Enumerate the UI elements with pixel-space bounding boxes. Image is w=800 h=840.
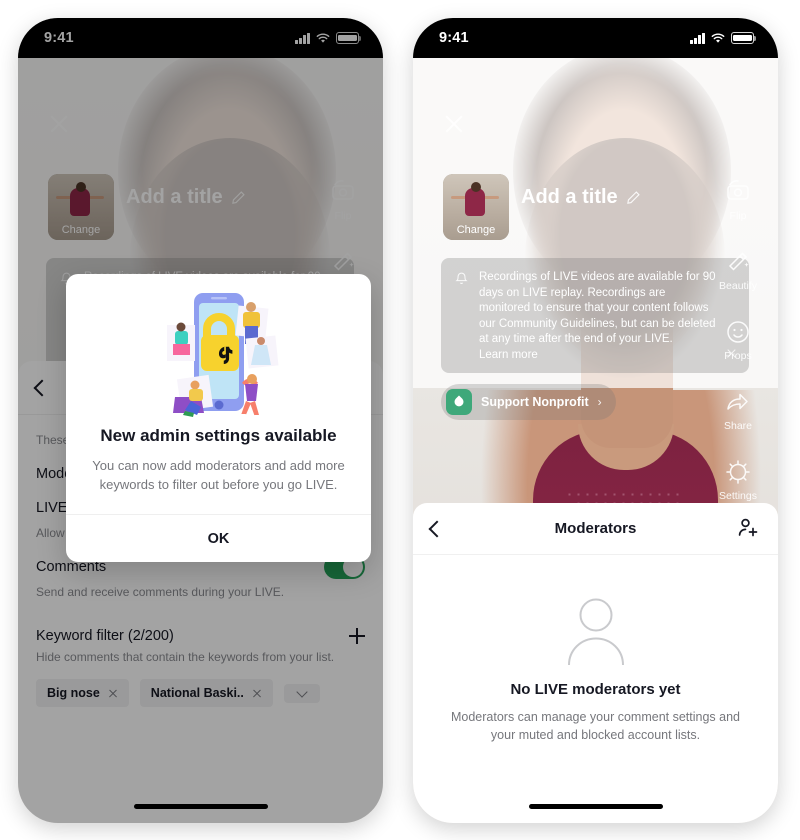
moderators-header: Moderators (413, 503, 778, 555)
live-title-placeholder: Add a title (521, 186, 618, 208)
empty-title: No LIVE moderators yet (510, 681, 681, 698)
rail-label: Settings (719, 490, 757, 502)
rail-label: Props (724, 350, 752, 362)
settings-gear-icon (726, 460, 750, 484)
rail-item-props[interactable]: Props (724, 318, 752, 362)
screenshot-stage: 9:41 Change Add a title Flip These LIVE … (0, 0, 800, 840)
rail-item-share[interactable]: Share (724, 388, 752, 432)
lock-phone-people-illustration (66, 274, 371, 422)
moderators-sheet: Moderators No LIVE moderators yet Modera… (413, 503, 778, 823)
modal-ok-button[interactable]: OK (66, 514, 371, 562)
heart-globe-icon (446, 389, 472, 415)
chevron-right-icon: › (597, 395, 602, 409)
pencil-icon (626, 191, 640, 204)
status-bar-right: 9:41 (413, 18, 778, 58)
bell-icon (455, 272, 468, 284)
beautify-wand-icon (728, 252, 749, 271)
support-nonprofit-button[interactable]: Support Nonprofit › (441, 384, 616, 420)
moderators-empty-state: No LIVE moderators yet Moderators can ma… (413, 555, 778, 744)
cover-change-label: Change (456, 224, 496, 236)
rail-label: Share (723, 420, 753, 432)
add-person-icon[interactable] (736, 517, 760, 541)
recording-notice: Recordings of LIVE videos are available … (441, 258, 749, 373)
wifi-icon (711, 33, 725, 44)
rail-label: Flip (729, 210, 747, 222)
close-icon[interactable] (443, 113, 465, 135)
recording-notice-text: Recordings of LIVE videos are available … (479, 271, 716, 345)
phone-right: 9:41 Change Add a title Recordings of LI… (413, 18, 778, 823)
rail-item-flip[interactable]: Flip (724, 178, 752, 222)
home-indicator (528, 804, 663, 809)
props-smiley-icon (727, 321, 749, 343)
phone-left: 9:41 Change Add a title Flip These LIVE … (18, 18, 383, 823)
live-title-row[interactable]: Add a title (521, 186, 641, 209)
empty-desc: Moderators can manage your comment setti… (450, 710, 741, 742)
battery-icon (731, 32, 757, 44)
cellular-bars-icon (690, 32, 705, 44)
share-arrow-icon (727, 393, 748, 410)
live-tools-rail: Flip Beautify Props Share (706, 178, 770, 502)
status-icons (690, 32, 757, 44)
flip-camera-icon (727, 180, 749, 200)
rail-item-beautify[interactable]: Beautify (719, 248, 757, 292)
person-outline-icon (559, 593, 633, 667)
modal-title: New admin settings available (100, 426, 337, 445)
status-time: 9:41 (439, 30, 469, 46)
learn-more-link[interactable]: Learn more (479, 349, 719, 361)
moderators-title: Moderators (554, 520, 637, 537)
rail-label: Beautify (719, 280, 757, 292)
cover-thumbnail[interactable]: Change (443, 174, 509, 240)
new-admin-settings-modal: New admin settings available You can now… (66, 274, 371, 562)
support-nonprofit-label: Support Nonprofit (481, 395, 589, 409)
modal-body: You can now add moderators and add more … (92, 458, 345, 492)
rail-item-settings[interactable]: Settings (719, 458, 757, 502)
